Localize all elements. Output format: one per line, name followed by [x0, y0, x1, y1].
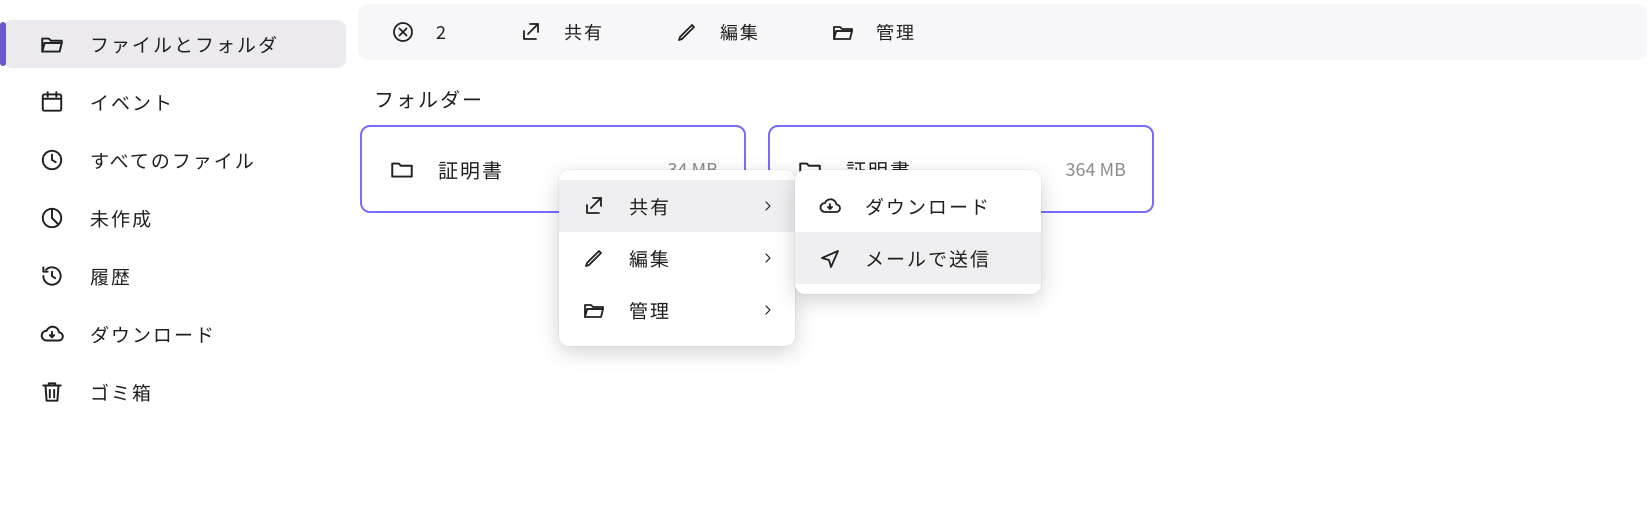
folder-icon [388, 155, 416, 183]
sidebar-item-label: ファイルとフォルダ [90, 31, 279, 58]
folder-open-icon [581, 297, 607, 323]
cloud-download-icon [38, 320, 66, 348]
folder-open-icon [830, 19, 856, 45]
sidebar: ファイルとフォルダ イベント すべてのファイル 未作成 履歴 ダウンロード [0, 0, 350, 426]
sidebar-item-label: すべてのファイル [90, 147, 256, 174]
menu-item-label: メールで送信 [865, 245, 1023, 272]
context-menu: 共有 編集 管理 [559, 170, 795, 346]
menu-item-label: ダウンロード [865, 193, 1023, 220]
menu-item-edit[interactable]: 編集 [559, 232, 795, 284]
chevron-right-icon [759, 197, 777, 215]
manage-button[interactable]: 管理 [820, 12, 926, 52]
edit-button[interactable]: 編集 [664, 12, 770, 52]
section-title: フォルダー [374, 84, 1651, 113]
cloud-download-icon [817, 193, 843, 219]
sidebar-item-all-files[interactable]: すべてのファイル [4, 136, 346, 184]
clock-icon [38, 146, 66, 174]
menu-item-label: 編集 [629, 245, 741, 272]
pie-icon [38, 204, 66, 232]
selection-toolbar: 2 共有 編集 管理 [358, 4, 1647, 60]
history-icon [38, 262, 66, 290]
send-icon [817, 245, 843, 271]
share-label: 共有 [564, 19, 604, 45]
selection-count: 2 [436, 19, 448, 45]
sidebar-item-events[interactable]: イベント [4, 78, 346, 126]
share-icon [581, 193, 607, 219]
manage-label: 管理 [876, 19, 916, 45]
sidebar-item-downloads[interactable]: ダウンロード [4, 310, 346, 358]
share-icon [518, 19, 544, 45]
sidebar-item-files-and-folders[interactable]: ファイルとフォルダ [4, 20, 346, 68]
menu-item-label: 共有 [629, 193, 741, 220]
pencil-icon [674, 19, 700, 45]
chevron-right-icon [759, 301, 777, 319]
menu-item-manage[interactable]: 管理 [559, 284, 795, 336]
close-circle-icon [390, 19, 416, 45]
edit-label: 編集 [720, 19, 760, 45]
trash-icon [38, 378, 66, 406]
menu-item-label: 管理 [629, 297, 741, 324]
sidebar-item-label: ダウンロード [90, 321, 216, 348]
sidebar-item-label: イベント [90, 89, 174, 116]
pencil-icon [581, 245, 607, 271]
folder-size: 364 MB [1066, 156, 1126, 182]
sidebar-item-label: 履歴 [90, 263, 132, 290]
sidebar-item-not-created[interactable]: 未作成 [4, 194, 346, 242]
sidebar-item-label: 未作成 [90, 205, 153, 232]
sidebar-item-trash[interactable]: ゴミ箱 [4, 368, 346, 416]
chevron-right-icon [759, 249, 777, 267]
menu-item-download[interactable]: ダウンロード [795, 180, 1041, 232]
folder-open-icon [38, 30, 66, 58]
sidebar-item-history[interactable]: 履歴 [4, 252, 346, 300]
sidebar-item-label: ゴミ箱 [90, 379, 153, 406]
clear-selection-button[interactable]: 2 [380, 12, 458, 52]
context-submenu-share: ダウンロード メールで送信 [795, 170, 1041, 294]
menu-item-send-email[interactable]: メールで送信 [795, 232, 1041, 284]
calendar-icon [38, 88, 66, 116]
share-button[interactable]: 共有 [508, 12, 614, 52]
menu-item-share[interactable]: 共有 [559, 180, 795, 232]
